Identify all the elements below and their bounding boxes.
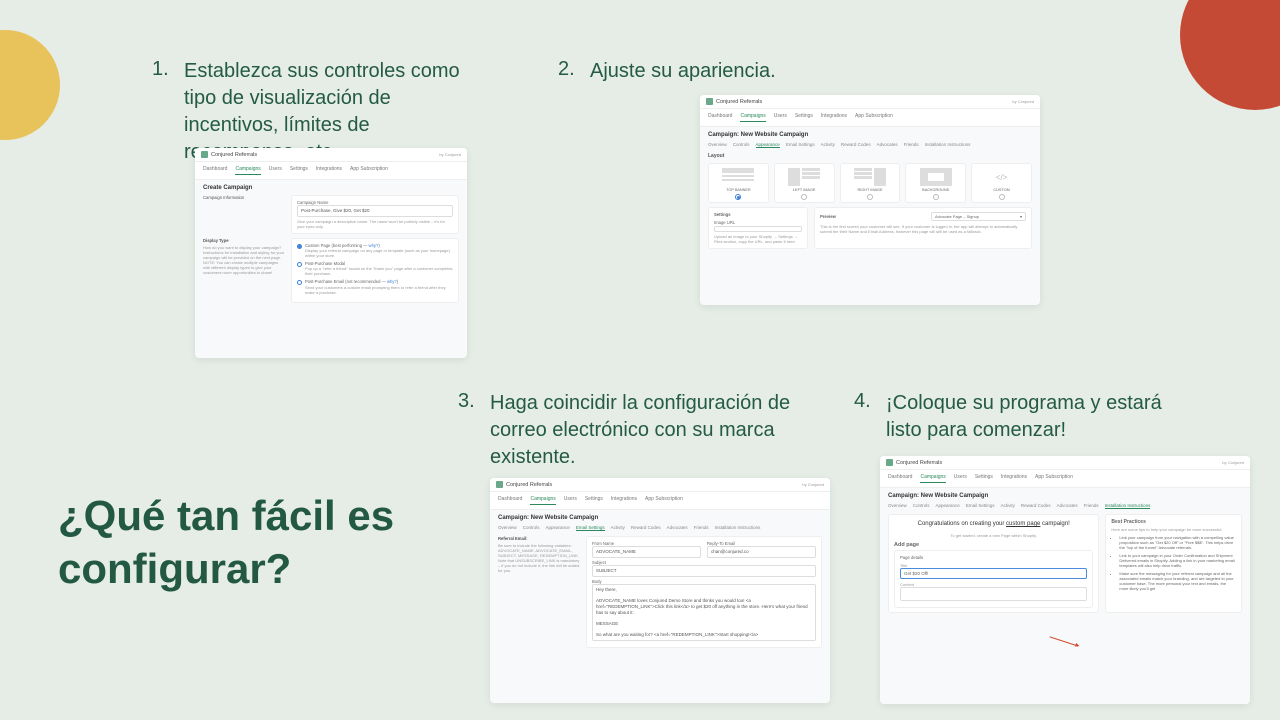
- step-3-text: Haga coincidir la configuración de corre…: [490, 390, 818, 471]
- campaign-info-label: Campaign Information: [203, 195, 285, 238]
- radio-icon: [999, 194, 1005, 200]
- best-practices-intro: Here are some tips to help your campaign…: [1111, 527, 1236, 532]
- layout-options: TOP BANNER LEFT IMAGE RIGHT IMAGE BACKGR…: [708, 163, 1032, 203]
- nav-integrations[interactable]: Integrations: [316, 166, 342, 175]
- from-name-input[interactable]: ADVOCATE_NAME: [592, 546, 701, 558]
- radio-icon: [297, 262, 302, 267]
- step-4-num: 4.: [854, 390, 874, 444]
- page-details-label: Page details: [900, 555, 1087, 560]
- radio-icon: [867, 194, 873, 200]
- option-custom-page[interactable]: Custom Page (best performing — why?) Dis…: [297, 243, 453, 258]
- radio-icon: [735, 194, 741, 200]
- preview-label: Preview: [820, 214, 836, 219]
- subject-input[interactable]: SUBJECT: [592, 565, 816, 577]
- layout-label: Layout: [708, 153, 1032, 159]
- display-type-label: Display Type: [203, 238, 285, 243]
- step-2: 2. Ajuste su apariencia.: [558, 58, 838, 85]
- image-url-input[interactable]: [714, 226, 802, 232]
- best-practices-title: Best Practices: [1111, 519, 1236, 525]
- preview-page-select[interactable]: Advocate Page – Signup▾: [931, 212, 1026, 221]
- image-url-hint: Upload an image to your Shopify → Settin…: [714, 234, 802, 244]
- add-page-label: Add page: [894, 542, 1093, 549]
- annotation-arrow-icon: [1050, 636, 1079, 646]
- referral-email-desc: Be sure to include the following variabl…: [498, 543, 580, 573]
- step-2-num: 2.: [558, 58, 578, 85]
- screenshot-installation: Conjured Referrals by Conjured Dashboard…: [880, 456, 1250, 704]
- app-titlebar: Conjured Referrals by Conjured: [195, 148, 467, 162]
- page-title-input[interactable]: Get $20 Off!: [900, 568, 1087, 580]
- referral-email-label: Referral Email:: [498, 536, 580, 541]
- headline: ¿Qué tan fácil es configurar?: [58, 490, 428, 595]
- app-byline: by Conjured: [439, 152, 461, 157]
- nav-settings[interactable]: Settings: [290, 166, 308, 175]
- best-practice-item: Make sure the messaging for your referra…: [1119, 571, 1236, 591]
- layout-left-image[interactable]: LEFT IMAGE: [774, 163, 835, 203]
- app-titlebar: Conjured Referrals by Conjured: [700, 95, 1040, 109]
- decoration-circle-red: [1180, 0, 1280, 110]
- layout-custom[interactable]: </> CUSTOM: [971, 163, 1032, 203]
- campaign-heading: Campaign: New Website Campaign: [498, 515, 822, 521]
- campaign-subtabs: OverviewControlsAppearanceEmail Settings…: [708, 142, 1032, 148]
- primary-nav: Dashboard Campaigns Users Settings Integ…: [195, 162, 467, 180]
- page-content-input[interactable]: [900, 587, 1087, 601]
- step-4-text: ¡Coloque su programa y estará listo para…: [886, 390, 1194, 444]
- get-started-text: To get started, create a new Page within…: [894, 533, 1093, 538]
- campaign-heading: Campaign: New Website Campaign: [708, 132, 1032, 138]
- campaign-subtabs: OverviewControlsAppearanceEmail Settings…: [888, 503, 1242, 509]
- primary-nav: DashboardCampaignsUsersSettingsIntegrati…: [490, 492, 830, 510]
- radio-icon: [297, 280, 302, 285]
- congratulations-message: Congratulations on creating your custom …: [894, 521, 1093, 529]
- body-textarea[interactable]: Hey there, ADVOCATE_NAME loves Conjured …: [592, 584, 816, 641]
- option-post-purchase-email[interactable]: Post-Purchase Email (not recommended — w…: [297, 279, 453, 294]
- app-logo-icon: [496, 481, 503, 488]
- campaign-heading: Campaign: New Website Campaign: [888, 493, 1242, 499]
- screenshot-controls: Conjured Referrals by Conjured Dashboard…: [195, 148, 467, 358]
- step-3: 3. Haga coincidir la configuración de co…: [458, 390, 818, 471]
- layout-right-image[interactable]: RIGHT IMAGE: [840, 163, 901, 203]
- app-title: Conjured Referrals: [211, 152, 257, 158]
- screenshot-appearance: Conjured Referrals by Conjured Dashboard…: [700, 95, 1040, 305]
- settings-label: Settings: [714, 212, 802, 217]
- app-logo-icon: [706, 98, 713, 105]
- radio-icon: [801, 194, 807, 200]
- option-post-purchase-modal[interactable]: Post-Purchase Modal Pop up a "refer a fr…: [297, 261, 453, 276]
- campaign-subtabs: OverviewControlsAppearanceEmail Settings…: [498, 525, 822, 531]
- campaign-name-hint: Give your campaign a descriptive name. T…: [297, 219, 453, 229]
- best-practice-item: Link your campaign from your navigation …: [1119, 535, 1236, 550]
- app-logo-icon: [886, 459, 893, 466]
- primary-nav: DashboardCampaignsUsersSettingsIntegrati…: [880, 470, 1250, 488]
- step-3-num: 3.: [458, 390, 478, 471]
- primary-nav: DashboardCampaignsUsersSettingsIntegrati…: [700, 109, 1040, 127]
- nav-subscription[interactable]: App Subscription: [350, 166, 388, 175]
- nav-campaigns[interactable]: Campaigns: [235, 166, 260, 175]
- screenshot-email-settings: Conjured Referrals by Conjured Dashboard…: [490, 478, 830, 703]
- chevron-down-icon: ▾: [1020, 214, 1022, 219]
- nav-users[interactable]: Users: [269, 166, 282, 175]
- app-titlebar: Conjured Referrals by Conjured: [880, 456, 1250, 470]
- preview-text: This is the first screen your customer w…: [820, 224, 1026, 234]
- display-type-desc: How do you want to display your campaign…: [203, 245, 285, 275]
- radio-icon: [933, 194, 939, 200]
- step-4: 4. ¡Coloque su programa y estará listo p…: [854, 390, 1194, 444]
- step-1-num: 1.: [152, 58, 172, 166]
- app-titlebar: Conjured Referrals by Conjured: [490, 478, 830, 492]
- radio-icon: [297, 244, 302, 249]
- best-practice-item: Link to your campaign in your Order Conf…: [1119, 553, 1236, 568]
- layout-background[interactable]: BACKGROUND: [905, 163, 966, 203]
- campaign-name-input[interactable]: Post-Purchase, Give $20, Get $20: [297, 205, 453, 217]
- app-logo-icon: [201, 151, 208, 158]
- reply-to-input[interactable]: chan@conjured.co: [707, 546, 816, 558]
- step-2-text: Ajuste su apariencia.: [590, 58, 776, 85]
- image-url-label: Image URL: [714, 220, 802, 225]
- create-campaign-heading: Create Campaign: [203, 185, 459, 191]
- decoration-circle-yellow: [0, 30, 60, 140]
- layout-top-banner[interactable]: TOP BANNER: [708, 163, 769, 203]
- nav-dashboard[interactable]: Dashboard: [203, 166, 227, 175]
